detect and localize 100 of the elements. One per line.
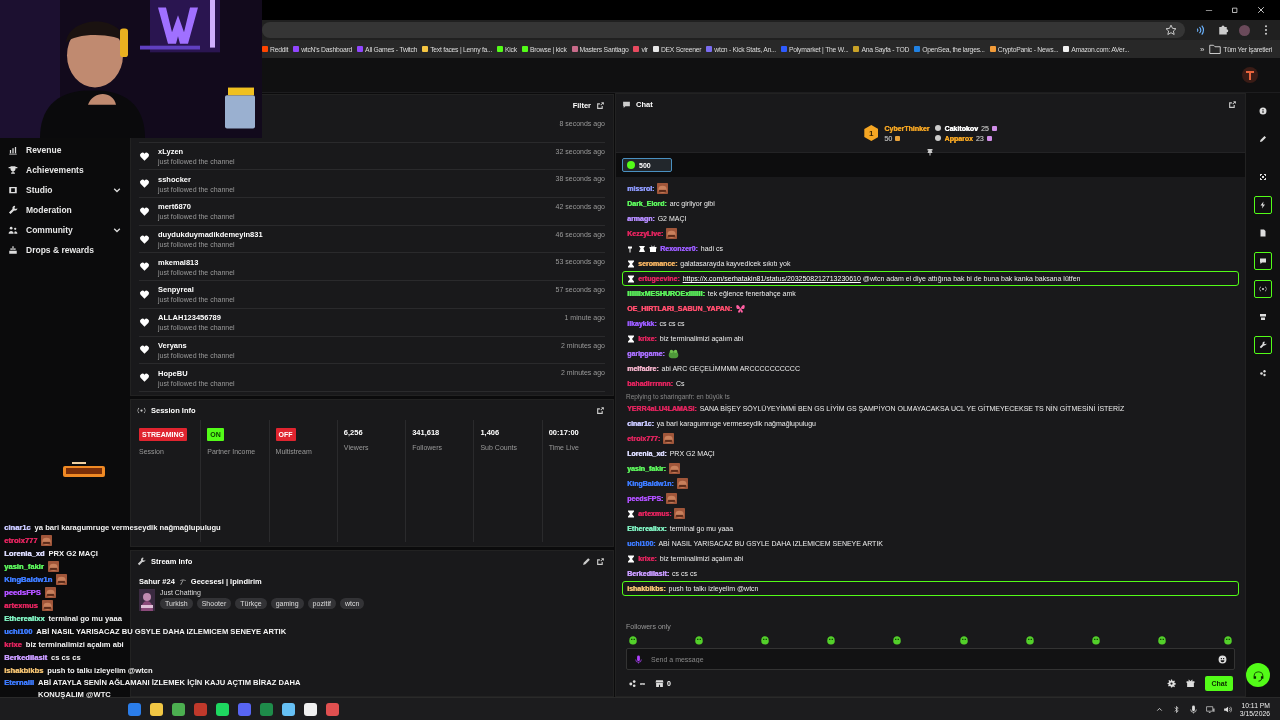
app-icon[interactable] bbox=[128, 703, 141, 716]
heart-icon bbox=[139, 261, 150, 273]
expand-icon[interactable] bbox=[596, 556, 605, 566]
heart-icon bbox=[139, 372, 150, 384]
badge-icon bbox=[638, 244, 646, 253]
overlay-logo bbox=[62, 460, 106, 478]
network-icon[interactable] bbox=[1205, 705, 1215, 714]
emoji-icon[interactable] bbox=[1218, 654, 1227, 664]
chat-icon bbox=[622, 99, 631, 109]
expand-icon[interactable] bbox=[1228, 99, 1237, 109]
badge-icon bbox=[627, 334, 635, 343]
frog-icon bbox=[667, 348, 679, 359]
emote-icon bbox=[41, 535, 53, 546]
emote-icon[interactable] bbox=[1024, 635, 1035, 645]
folder-icon bbox=[1209, 43, 1222, 55]
chat-icon bbox=[1259, 257, 1267, 265]
coin-icon bbox=[895, 135, 901, 141]
film-icon bbox=[8, 185, 18, 195]
emote-icon[interactable] bbox=[1090, 635, 1101, 645]
pin-icon[interactable] bbox=[926, 148, 934, 156]
sidebar-tool-button[interactable] bbox=[1254, 196, 1272, 214]
emote-icon bbox=[41, 600, 53, 611]
bar-chart-icon bbox=[8, 145, 18, 155]
lightning-icon bbox=[1259, 201, 1267, 209]
star-icon[interactable] bbox=[1165, 24, 1177, 36]
sidebar-item[interactable]: Community bbox=[8, 220, 122, 240]
nodes-icon bbox=[1259, 369, 1267, 377]
badge-icon bbox=[627, 509, 635, 518]
trophy-icon bbox=[8, 165, 18, 175]
app-icon[interactable] bbox=[282, 703, 295, 716]
emote-icon[interactable] bbox=[892, 635, 903, 645]
emote-icon bbox=[676, 478, 688, 489]
app-icon[interactable] bbox=[172, 703, 185, 716]
app-icon[interactable] bbox=[260, 703, 273, 716]
cast-icon[interactable] bbox=[1195, 24, 1207, 36]
app-icon[interactable] bbox=[304, 703, 317, 716]
pencil-icon bbox=[1259, 135, 1267, 143]
heart-icon bbox=[139, 178, 150, 190]
caret-icon[interactable] bbox=[1154, 705, 1164, 714]
emote-icon bbox=[668, 463, 680, 474]
expand-icon[interactable] bbox=[596, 100, 605, 110]
store-icon bbox=[655, 678, 664, 688]
restore-icon[interactable] bbox=[1230, 5, 1240, 15]
microphone-icon[interactable] bbox=[1188, 705, 1198, 714]
volume-icon[interactable] bbox=[1222, 705, 1232, 714]
heart-icon bbox=[139, 233, 150, 245]
sidebar-item[interactable]: Revenue bbox=[8, 140, 122, 160]
sidebar-item[interactable]: Moderation bbox=[8, 200, 122, 220]
close-icon[interactable] bbox=[1256, 5, 1266, 15]
headset-icon bbox=[1251, 668, 1265, 682]
badge-icon bbox=[627, 274, 635, 283]
capture-icon bbox=[1259, 173, 1267, 181]
app-icon[interactable] bbox=[216, 703, 229, 716]
emote-icon bbox=[657, 183, 669, 194]
nodes-icon bbox=[628, 678, 637, 688]
wrench-icon bbox=[8, 205, 18, 215]
settings-icon[interactable] bbox=[1167, 678, 1177, 688]
pencil-icon[interactable] bbox=[582, 556, 591, 566]
badge-icon bbox=[627, 244, 635, 253]
more-bookmarks-button[interactable]: » bbox=[1200, 44, 1205, 54]
expand-icon[interactable] bbox=[596, 405, 605, 415]
info-icon bbox=[1259, 107, 1267, 115]
sidebar-tool-button[interactable] bbox=[1254, 280, 1272, 298]
badge-icon bbox=[649, 244, 657, 253]
emote-icon[interactable] bbox=[826, 635, 837, 645]
sidebar-item[interactable]: Drops & rewards bbox=[8, 240, 122, 260]
badge-icon bbox=[627, 259, 635, 268]
emote-icon[interactable] bbox=[1223, 635, 1233, 645]
emote-icon bbox=[44, 587, 56, 598]
address-field[interactable] bbox=[262, 22, 1185, 38]
app-icon[interactable] bbox=[326, 703, 339, 716]
document-icon bbox=[1259, 229, 1267, 237]
badge-icon bbox=[627, 554, 635, 563]
chevron-icon[interactable] bbox=[112, 225, 122, 235]
gift-icon[interactable] bbox=[1186, 678, 1196, 688]
app-icon[interactable] bbox=[150, 703, 163, 716]
emote-icon[interactable] bbox=[760, 635, 771, 645]
emote-icon[interactable] bbox=[958, 635, 969, 645]
emote-icon bbox=[666, 493, 678, 504]
app-icon[interactable] bbox=[238, 703, 251, 716]
coin-icon bbox=[627, 161, 635, 169]
gift-box-icon bbox=[8, 245, 18, 255]
sidebar-tool-button[interactable] bbox=[1254, 336, 1272, 354]
emote-icon bbox=[56, 574, 68, 585]
channel-avatar[interactable] bbox=[1242, 67, 1258, 83]
emote-icon bbox=[663, 433, 675, 444]
emote-icon[interactable] bbox=[1156, 635, 1167, 645]
sidebar-tool-button[interactable] bbox=[1254, 252, 1272, 270]
heart-icon bbox=[139, 205, 150, 217]
puzzle-icon[interactable] bbox=[1217, 24, 1229, 36]
pickaxe-icon bbox=[178, 577, 187, 586]
heart-icon bbox=[139, 150, 150, 162]
emote-icon[interactable] bbox=[694, 635, 705, 645]
heart-icon bbox=[139, 344, 150, 356]
chevron-icon[interactable] bbox=[112, 185, 122, 195]
emote-icon[interactable] bbox=[628, 635, 638, 645]
sidebar-item[interactable]: Studio bbox=[8, 180, 122, 200]
sidebar-item[interactable]: Achievements bbox=[8, 160, 122, 180]
emote-icon bbox=[47, 561, 59, 572]
heart-icon bbox=[139, 316, 150, 328]
